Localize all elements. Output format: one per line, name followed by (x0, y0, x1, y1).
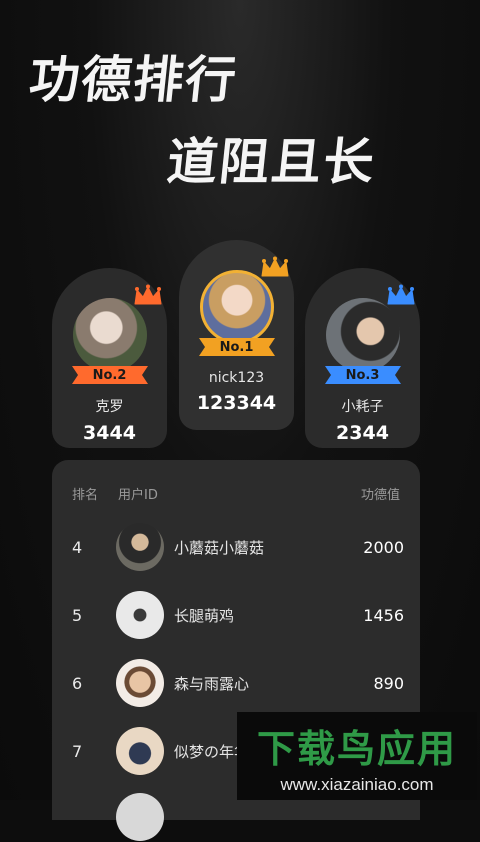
table-header: 排名 用户ID 功德值 (72, 484, 400, 503)
row-score: 1456 (363, 605, 404, 625)
crown-icon (387, 284, 414, 305)
podium-score: 3444 (83, 422, 136, 444)
rank-label: No.1 (219, 339, 254, 355)
avatar-wrap: No.1 (198, 256, 288, 356)
watermark-url: www.xiazainiao.com (280, 774, 434, 794)
crown-icon (261, 256, 288, 277)
hero-subtitle: 道阻且长 (164, 133, 379, 191)
table-row[interactable]: 5 长腿萌鸡 1456 (72, 590, 404, 640)
podium-score: 123344 (196, 392, 277, 414)
rank-label: No.3 (345, 367, 380, 383)
avatar-wrap: No.2 (71, 284, 161, 384)
header-score: 功德值 (360, 488, 400, 503)
table-row[interactable]: 6 森与雨露心 890 (72, 658, 404, 708)
podium-second[interactable]: No.2 克罗 3444 (52, 268, 167, 448)
avatar[interactable] (325, 298, 400, 372)
rank-ribbon: No.2 (71, 364, 148, 386)
row-rank: 6 (72, 673, 83, 693)
avatar[interactable] (116, 727, 164, 775)
avatar[interactable] (116, 793, 164, 841)
watermark-logo-text: 下载鸟应用 (256, 726, 457, 771)
avatar[interactable] (116, 659, 164, 707)
avatar[interactable] (72, 298, 147, 372)
avatar[interactable] (116, 591, 164, 639)
podium-name: 克罗 (95, 399, 124, 415)
header-user-id: 用户ID (118, 488, 158, 503)
podium-first[interactable]: No.1 nick123 123344 (179, 240, 294, 430)
podium-name: 小耗子 (341, 399, 384, 415)
rank-label: No.2 (92, 367, 127, 383)
watermark: 下载鸟应用 www.xiazainiao.com (237, 712, 477, 800)
hero-title: 功德排行 (26, 51, 241, 109)
avatar[interactable] (199, 270, 274, 344)
podium-name: nick123 (208, 370, 265, 386)
crown-icon (134, 284, 161, 305)
row-rank: 5 (72, 605, 83, 625)
row-score: 2000 (363, 537, 404, 557)
row-username: 小蘑菇小蘑菇 (174, 538, 265, 557)
avatar[interactable] (116, 523, 164, 571)
row-username: 长腿萌鸡 (174, 606, 235, 625)
row-score: 890 (373, 673, 404, 693)
rank-ribbon: No.1 (198, 336, 275, 358)
table-row[interactable]: 4 小蘑菇小蘑菇 2000 (72, 522, 404, 572)
row-rank: 7 (72, 741, 83, 761)
row-username: 森与雨露心 (174, 674, 250, 693)
rank-ribbon: No.3 (324, 364, 401, 386)
avatar-wrap: No.3 (324, 284, 414, 384)
header-rank: 排名 (72, 488, 99, 503)
podium-score: 2344 (336, 422, 389, 444)
row-rank: 4 (72, 537, 83, 557)
podium-third[interactable]: No.3 小耗子 2344 (305, 268, 420, 448)
